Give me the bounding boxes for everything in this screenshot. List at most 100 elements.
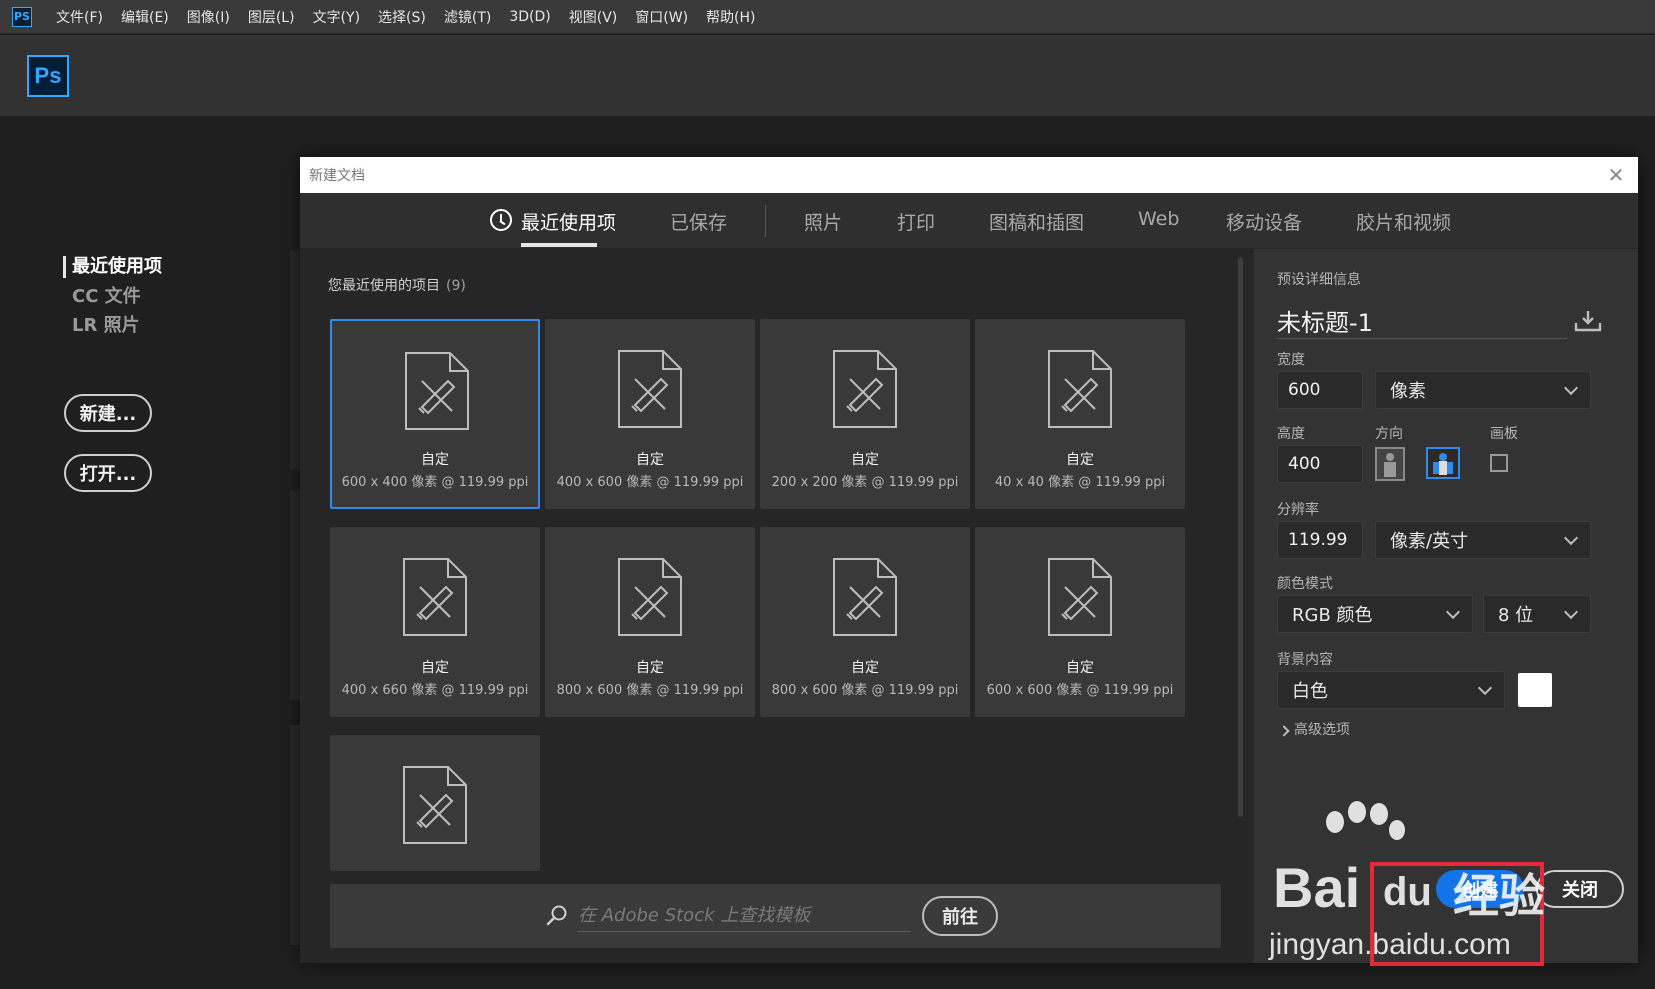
home-sidebar: 最近使用项 CC 文件 LR 照片 新建... 打开... [0, 116, 290, 989]
height-input[interactable]: 400 [1277, 445, 1363, 483]
bit-depth-value: 8 位 [1498, 605, 1534, 626]
stock-search-bar: 前往 [330, 884, 1221, 948]
landscape-icon [1433, 453, 1453, 475]
advanced-options-toggle[interactable]: 高级选项 [1294, 719, 1350, 739]
preset-card[interactable] [330, 735, 540, 871]
preset-card[interactable]: 自定 600 x 400 像素 @ 119.99 ppi [330, 319, 540, 509]
document-icon [833, 350, 897, 428]
tab-art-illustration[interactable]: 图稿和插图 [989, 208, 1084, 235]
bit-depth-select[interactable]: 8 位 [1483, 595, 1591, 633]
chevron-right-icon[interactable] [1278, 725, 1290, 737]
stock-search-input[interactable] [578, 900, 910, 932]
background-panel [290, 725, 300, 945]
recent-items-area: 您最近使用的项目 (9) 自定 600 x 400 像素 @ 119.99 ppi… [300, 249, 1253, 963]
menubar: PS 文件(F) 编辑(E) 图像(I) 图层(L) 文字(Y) 选择(S) 滤… [0, 0, 1655, 34]
preset-card-size: 400 x 600 像素 @ 119.99 ppi [556, 475, 744, 490]
background-label: 背景内容 [1277, 652, 1333, 668]
clock-icon [490, 209, 512, 231]
highlight-annotation [1370, 862, 1544, 966]
menu-layer[interactable]: 图层(L) [248, 7, 295, 27]
width-unit-select[interactable]: 像素 [1375, 371, 1591, 409]
menu-3d[interactable]: 3D(D) [509, 9, 550, 25]
preset-card-size: 800 x 600 像素 @ 119.99 ppi [771, 683, 959, 698]
preset-card[interactable]: 自定 200 x 200 像素 @ 119.99 ppi [760, 319, 970, 509]
color-mode-select[interactable]: RGB 颜色 [1277, 595, 1473, 633]
preset-card[interactable]: 自定 800 x 600 像素 @ 119.99 ppi [760, 527, 970, 717]
preset-card[interactable]: 自定 40 x 40 像素 @ 119.99 ppi [975, 319, 1185, 509]
width-unit-value: 像素 [1390, 381, 1426, 402]
photoshop-window: PS 文件(F) 编辑(E) 图像(I) 图层(L) 文字(Y) 选择(S) 滤… [0, 0, 1655, 989]
menu-window[interactable]: 窗口(W) [635, 7, 688, 27]
recent-count: (9) [446, 278, 466, 294]
preset-card[interactable]: 自定 400 x 660 像素 @ 119.99 ppi [330, 527, 540, 717]
preset-card-size: 200 x 200 像素 @ 119.99 ppi [771, 475, 959, 490]
sidebar-item-lr-photos[interactable]: LR 照片 [72, 311, 140, 337]
menu-file[interactable]: 文件(F) [56, 7, 103, 27]
menu-select[interactable]: 选择(S) [378, 7, 426, 27]
new-button[interactable]: 新建... [64, 394, 152, 432]
document-icon [405, 352, 469, 430]
dialog-title: 新建文档 [309, 168, 365, 184]
resolution-input[interactable]: 119.99 [1277, 521, 1363, 559]
resolution-unit-select[interactable]: 像素/英寸 [1375, 521, 1591, 559]
background-value: 白色 [1292, 681, 1328, 702]
resolution-label: 分辨率 [1277, 502, 1319, 518]
open-button[interactable]: 打开... [64, 454, 152, 492]
preset-card-size: 600 x 600 像素 @ 119.99 ppi [986, 683, 1174, 698]
preset-card-title: 自定 [636, 660, 664, 676]
preset-card[interactable]: 自定 400 x 600 像素 @ 119.99 ppi [545, 319, 755, 509]
home-header: Ps [0, 35, 1655, 116]
preset-card-title: 自定 [851, 452, 879, 468]
width-input[interactable]: 600 [1277, 371, 1363, 409]
tab-film-video[interactable]: 胶片和视频 [1356, 208, 1451, 235]
save-preset-icon[interactable] [1574, 309, 1602, 333]
active-tab-underline [521, 243, 597, 247]
ps-logo[interactable]: Ps [27, 55, 69, 97]
scrollbar[interactable] [1238, 257, 1243, 817]
menu-edit[interactable]: 编辑(E) [121, 7, 169, 27]
tab-saved[interactable]: 已保存 [670, 208, 727, 235]
menu-filter[interactable]: 滤镜(T) [444, 7, 491, 27]
preset-card-size: 600 x 400 像素 @ 119.99 ppi [341, 475, 529, 490]
tab-recent[interactable]: 最近使用项 [521, 208, 616, 235]
portrait-icon [1384, 453, 1396, 477]
app-icon[interactable]: PS [12, 6, 32, 27]
document-icon [618, 350, 682, 428]
close-icon[interactable]: ✕ [1606, 165, 1626, 185]
document-icon [618, 558, 682, 636]
portrait-orientation-button[interactable] [1375, 447, 1405, 481]
menu-view[interactable]: 视图(V) [569, 7, 618, 27]
document-icon [833, 558, 897, 636]
chevron-down-icon [1563, 604, 1579, 620]
background-color-swatch[interactable] [1518, 673, 1552, 707]
preset-card-title: 自定 [421, 452, 449, 468]
search-icon [546, 905, 567, 926]
preset-card[interactable]: 自定 800 x 600 像素 @ 119.99 ppi [545, 527, 755, 717]
document-name-field[interactable]: 未标题-1 [1277, 303, 1567, 339]
dialog-title-bar[interactable]: 新建文档 ✕ [300, 157, 1638, 193]
preset-details-header: 预设详细信息 [1277, 272, 1361, 288]
tab-photo[interactable]: 照片 [804, 208, 842, 235]
tab-web[interactable]: Web [1138, 208, 1179, 230]
menu-type[interactable]: 文字(Y) [313, 7, 360, 27]
sidebar-item-recent[interactable]: 最近使用项 [72, 252, 162, 278]
background-panel [290, 490, 300, 700]
close-button[interactable]: 关闭 [1536, 870, 1624, 908]
tab-mobile[interactable]: 移动设备 [1226, 208, 1302, 235]
background-panel [290, 250, 300, 470]
artboard-checkbox[interactable] [1490, 454, 1508, 472]
orientation-label: 方向 [1375, 426, 1403, 442]
background-select[interactable]: 白色 [1277, 671, 1505, 709]
document-icon [403, 766, 467, 844]
go-button[interactable]: 前往 [922, 896, 998, 936]
chevron-down-icon [1445, 604, 1461, 620]
preset-card[interactable]: 自定 600 x 600 像素 @ 119.99 ppi [975, 527, 1185, 717]
preset-card-title: 自定 [1066, 660, 1094, 676]
menu-help[interactable]: 帮助(H) [706, 7, 755, 27]
tab-print[interactable]: 打印 [897, 208, 935, 235]
preset-card-size: 40 x 40 像素 @ 119.99 ppi [994, 475, 1166, 490]
landscape-orientation-button[interactable] [1426, 447, 1460, 479]
sidebar-item-cc-files[interactable]: CC 文件 [72, 282, 141, 308]
menu-image[interactable]: 图像(I) [187, 7, 230, 27]
active-nav-indicator [63, 256, 66, 278]
